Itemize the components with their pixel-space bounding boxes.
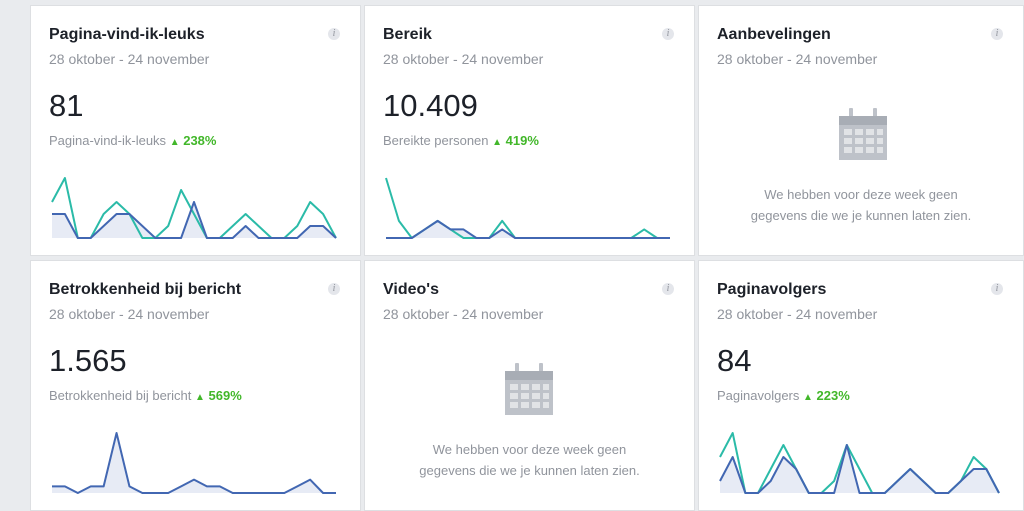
metric-label: Betrokkenheid bij bericht: [49, 388, 192, 403]
up-arrow-icon: ▲: [803, 392, 813, 403]
metric-label: Pagina-vind-ik-leuks: [49, 133, 167, 148]
info-icon[interactable]: i: [328, 283, 340, 295]
up-arrow-icon: ▲: [492, 137, 503, 148]
date-range: 28 oktober - 24 november: [49, 51, 210, 67]
card-title: Betrokkenheid bij bericht: [49, 281, 242, 298]
recommendations-card[interactable]: Aanbevelingen i 28 oktober - 24 november…: [698, 5, 1024, 256]
empty-line: gegevens die we je kunnen laten zien.: [419, 463, 640, 478]
page-likes-card[interactable]: Pagina-vind-ik-leuks i 28 oktober - 24 n…: [30, 5, 361, 256]
up-arrow-icon: ▲: [169, 137, 180, 148]
calendar-icon: [505, 363, 553, 415]
date-range: 28 oktober - 24 november: [383, 51, 544, 67]
date-range: 28 oktober - 24 november: [717, 51, 878, 67]
metric-value: 1.565: [49, 343, 127, 378]
delta-percent: 569%: [208, 388, 242, 403]
card-title: Paginavolgers: [717, 281, 827, 298]
metric-label: Bereikte personen: [383, 133, 489, 148]
date-range: 28 oktober - 24 november: [383, 306, 544, 322]
page-followers-sparkline: [719, 432, 1000, 494]
sparkline-area: [52, 433, 336, 493]
empty-state-message: We hebben voor deze week geen gegevens d…: [365, 439, 694, 481]
up-arrow-icon: ▲: [194, 392, 205, 403]
delta-percent: 238%: [183, 133, 217, 148]
date-range: 28 oktober - 24 november: [49, 306, 210, 322]
reach-sparkline: [385, 177, 670, 239]
metric-value: 81: [49, 88, 84, 123]
empty-line: We hebben voor deze week geen: [764, 187, 958, 202]
metric-label: Paginavolgers: [717, 388, 800, 403]
info-icon[interactable]: i: [328, 28, 340, 40]
card-title: Aanbevelingen: [717, 26, 831, 43]
metric-label-row: Paginavolgers ▲ 223%: [717, 388, 850, 403]
metric-value: 10.409: [383, 88, 478, 123]
reach-card[interactable]: Bereik i 28 oktober - 24 november 10.409…: [364, 5, 695, 256]
metric-label-row: Pagina-vind-ik-leuks ▲ 238%: [49, 133, 216, 148]
delta-percent: 419%: [505, 133, 539, 148]
card-title: Bereik: [383, 26, 432, 43]
date-range: 28 oktober - 24 november: [717, 306, 878, 322]
empty-line: gegevens die we je kunnen laten zien.: [750, 208, 972, 223]
info-icon[interactable]: i: [662, 283, 674, 295]
page-likes-sparkline: [51, 177, 337, 239]
card-title: Pagina-vind-ik-leuks: [49, 26, 205, 43]
card-title: Video's: [383, 281, 439, 298]
empty-line: We hebben voor deze week geen: [432, 442, 627, 457]
metric-label-row: Betrokkenheid bij bericht ▲ 569%: [49, 388, 242, 403]
info-icon[interactable]: i: [991, 283, 1003, 295]
delta-percent: 223%: [816, 388, 850, 403]
sparkline-area: [386, 220, 670, 238]
info-icon[interactable]: i: [991, 28, 1003, 40]
metric-label-row: Bereikte personen ▲ 419%: [383, 133, 539, 148]
post-engagement-sparkline: [52, 432, 336, 494]
metric-value: 84: [717, 343, 752, 378]
page-followers-card[interactable]: Paginavolgers i 28 oktober - 24 november…: [698, 260, 1024, 511]
info-icon[interactable]: i: [662, 28, 674, 40]
empty-state-message: We hebben voor deze week geen gegevens d…: [699, 184, 1023, 226]
post-engagement-card[interactable]: Betrokkenheid bij bericht i 28 oktober -…: [30, 260, 361, 511]
videos-card[interactable]: Video's i 28 oktober - 24 november We he…: [364, 260, 695, 511]
calendar-icon: [839, 108, 887, 160]
